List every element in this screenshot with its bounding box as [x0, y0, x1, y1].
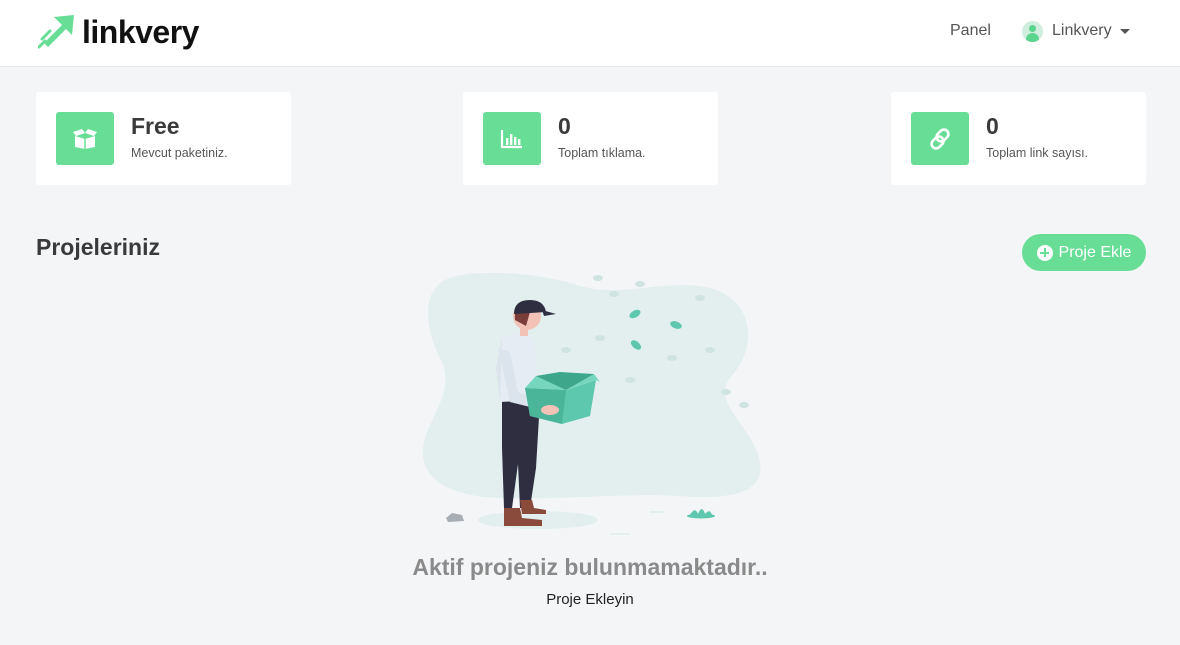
plus-circle-icon — [1036, 244, 1053, 261]
user-menu[interactable]: Linkvery — [1022, 20, 1130, 42]
empty-state-illustration — [422, 272, 761, 535]
nav-panel-link[interactable]: Panel — [950, 20, 991, 42]
add-project-button[interactable]: Proje Ekle — [1022, 234, 1146, 271]
brand-logo[interactable]: linkvery — [38, 12, 199, 52]
page-title: Projeleriniz — [36, 234, 160, 260]
stat-card-links: 0 Toplam link sayısı. — [891, 92, 1146, 185]
empty-state-title: Aktif projeniz bulunmamaktadır.. — [412, 554, 768, 580]
stat-label: Toplam link sayısı. — [986, 146, 1089, 160]
stat-card-clicks: 0 Toplam tıklama. — [463, 92, 718, 185]
stat-value: 0 — [558, 113, 571, 139]
arrow-up-right-icon — [38, 15, 74, 49]
user-name: Linkvery — [1052, 22, 1112, 39]
stat-card-package: Free Mevcut paketiniz. — [36, 92, 291, 185]
avatar — [1022, 20, 1043, 42]
box-icon — [56, 112, 114, 165]
stat-label: Mevcut paketiniz. — [131, 146, 228, 160]
link-icon — [911, 112, 969, 165]
add-project-label: Proje Ekle — [1058, 243, 1132, 261]
chevron-down-icon — [1119, 29, 1130, 34]
empty-state-subtitle: Proje Ekleyin — [546, 591, 634, 608]
brand-name: linkvery — [82, 14, 199, 50]
stat-label: Toplam tıklama. — [558, 146, 646, 160]
bar-chart-icon — [483, 112, 541, 165]
stat-value: Free — [131, 113, 180, 139]
stat-value: 0 — [986, 113, 999, 139]
top-navbar: linkvery Panel Linkvery — [0, 0, 1180, 67]
